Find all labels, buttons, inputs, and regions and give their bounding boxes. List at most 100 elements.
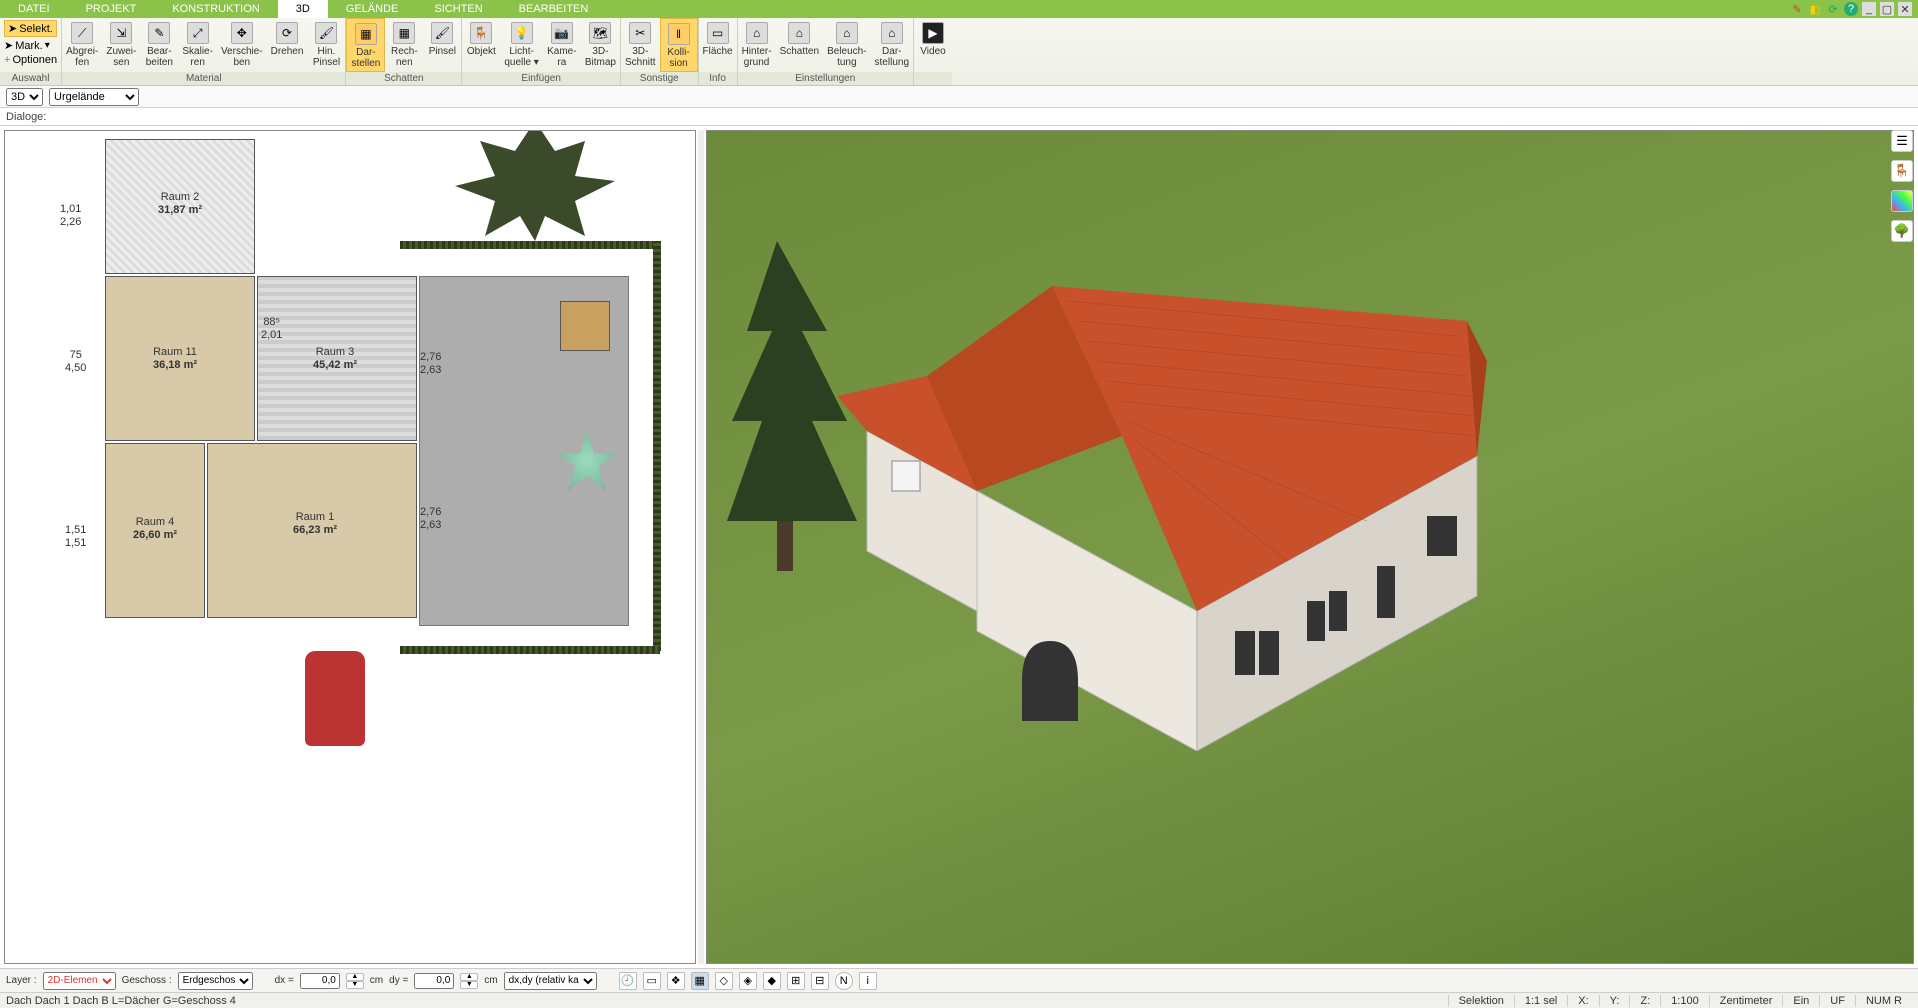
schnitt-button[interactable]: ✂3D- Schnitt <box>621 18 660 72</box>
layer-label: Layer : <box>6 975 37 986</box>
view-3d[interactable] <box>706 130 1914 964</box>
dx-down[interactable]: ▼ <box>346 981 364 989</box>
options-tool[interactable]: +Optionen <box>4 54 57 66</box>
dy-input[interactable] <box>414 973 454 989</box>
move-icon: ✥ <box>231 22 253 44</box>
menu-projekt[interactable]: PROJEKT <box>68 0 155 18</box>
objekt-button[interactable]: 🪑Objekt <box>462 18 500 72</box>
verschieben-button[interactable]: ✥Verschie- ben <box>217 18 267 72</box>
hinpinsel-button[interactable]: 🖌Hin. Pinsel <box>307 18 345 72</box>
menu-sichten[interactable]: SICHTEN <box>416 0 500 18</box>
dx-input[interactable] <box>300 973 340 989</box>
room4-name: Raum 4 <box>136 516 175 528</box>
dx-up[interactable]: ▲ <box>346 973 364 981</box>
select-tool[interactable]: ➤Selekt. <box>4 20 57 37</box>
cursor-icon: ➤ <box>8 22 17 35</box>
menubar: DATEI PROJEKT KONSTRUKTION 3D GELÄNDE SI… <box>0 0 1918 18</box>
mark-tool[interactable]: ➤Mark. ▾ <box>4 39 57 52</box>
drehen-button[interactable]: ⟳Drehen <box>267 18 308 72</box>
system-icons: ✎ ◧ ⟳ ? _ ▢ ✕ <box>1790 0 1918 18</box>
hedge <box>400 646 660 654</box>
snap2-icon[interactable]: ◈ <box>739 972 757 990</box>
schatten2-button[interactable]: ⌂Schatten <box>776 18 823 72</box>
group-schatten: Schatten <box>346 72 461 85</box>
status-scale: 1:100 <box>1660 995 1709 1007</box>
cursor-icon: ➤ <box>4 39 13 52</box>
bitmap-button[interactable]: 🗺3D- Bitmap <box>581 18 620 72</box>
north-icon[interactable]: N <box>835 972 853 990</box>
status-unit: Zentimeter <box>1709 995 1783 1007</box>
bulb-icon: 💡 <box>511 22 533 44</box>
help-icon[interactable]: ? <box>1844 2 1858 16</box>
lichtquelle-button[interactable]: 💡Licht- quelle ▾ <box>500 18 543 72</box>
room11-area: 36,18 m² <box>153 359 197 371</box>
abgreifen-button[interactable]: ⟋Abgrei- fen <box>62 18 102 72</box>
group-info: Info <box>699 72 737 85</box>
status-bar: Dach Dach 1 Dach B L=Dächer G=Geschoss 4… <box>0 992 1918 1008</box>
menu-datei[interactable]: DATEI <box>0 0 68 18</box>
view-mode-select[interactable]: 3D <box>6 88 43 106</box>
flaeche-button[interactable]: ▭Fläche <box>699 18 737 72</box>
menu-gelaende[interactable]: GELÄNDE <box>328 0 417 18</box>
menu-konstruktion[interactable]: KONSTRUKTION <box>154 0 277 18</box>
menu-bearbeiten[interactable]: BEARBEITEN <box>501 0 607 18</box>
assign-icon: ⇲ <box>110 22 132 44</box>
status-num: NUM R <box>1855 995 1912 1007</box>
group-video-spacer <box>914 72 952 85</box>
skalieren-button[interactable]: ⤢Skalie- ren <box>178 18 217 72</box>
beleuchtung-button[interactable]: ⌂Beleuch- tung <box>823 18 870 72</box>
maximize-icon[interactable]: ▢ <box>1880 2 1894 16</box>
area-icon: ▭ <box>707 22 729 44</box>
tree-dock-icon[interactable]: 🌳 <box>1891 220 1913 242</box>
status-left: Dach Dach 1 Dach B L=Dächer G=Geschoss 4 <box>6 995 236 1007</box>
geschoss-select[interactable]: Erdgeschos <box>178 972 253 990</box>
layers-small-icon[interactable]: ❖ <box>667 972 685 990</box>
dx-label: dx = <box>275 975 294 986</box>
snap1-icon[interactable]: ◇ <box>715 972 733 990</box>
play-icon: ▶ <box>922 22 944 44</box>
kamera-button[interactable]: 📷Kame- ra <box>543 18 581 72</box>
darstellung-button[interactable]: ⌂Dar- stellung <box>871 18 913 72</box>
pinsel-button[interactable]: 🖌Pinsel <box>423 18 461 72</box>
status-selcount: 1:1 sel <box>1514 995 1567 1007</box>
view-2d[interactable]: Raum 2 31,87 m² Raum 11 36,18 m² Raum 3 … <box>4 130 696 964</box>
pencil-icon[interactable]: ✎ <box>1790 2 1804 16</box>
chair-dock-icon[interactable]: 🪑 <box>1891 160 1913 182</box>
menu-3d[interactable]: 3D <box>278 0 328 18</box>
clock-icon[interactable]: 🕘 <box>619 972 637 990</box>
snap3-icon[interactable]: ◆ <box>763 972 781 990</box>
refresh-icon[interactable]: ⟳ <box>1826 2 1840 16</box>
layers-icon[interactable]: ☰ <box>1891 130 1913 152</box>
geschoss-label: Geschoss : <box>122 975 172 986</box>
grid2-icon[interactable]: ⊟ <box>811 972 829 990</box>
brush-icon: 🖌 <box>431 22 453 44</box>
info-icon[interactable]: i <box>859 972 877 990</box>
zuweisen-button[interactable]: ⇲Zuwei- sen <box>102 18 140 72</box>
video-button[interactable]: ▶Video <box>914 18 952 72</box>
view-item-select[interactable]: Urgelände <box>49 88 139 106</box>
dy-down[interactable]: ▼ <box>460 981 478 989</box>
hintergrund-button[interactable]: ⌂Hinter- grund <box>738 18 776 72</box>
status-x: X: <box>1567 995 1598 1007</box>
view-splitter[interactable] <box>698 130 704 964</box>
kollision-button[interactable]: ‖Kolli- sion <box>660 18 698 72</box>
room3-area: 45,42 m² <box>313 359 357 371</box>
minimize-icon[interactable]: _ <box>1862 2 1876 16</box>
close-icon[interactable]: ✕ <box>1898 2 1912 16</box>
select-rect-icon[interactable]: ▦ <box>691 972 709 990</box>
square-icon[interactable]: ◧ <box>1808 2 1822 16</box>
bearbeiten-button[interactable]: ✎Bear- beiten <box>140 18 178 72</box>
render-icon: ⌂ <box>881 22 903 44</box>
grid1-icon[interactable]: ⊞ <box>787 972 805 990</box>
view-selector-bar: 3D Urgelände <box>0 86 1918 108</box>
dy-up[interactable]: ▲ <box>460 973 478 981</box>
group-material: Material <box>62 72 345 85</box>
coord-mode-select[interactable]: dx,dy (relativ ka <box>504 972 597 990</box>
palette-icon[interactable] <box>1891 190 1913 212</box>
hedge <box>653 241 661 651</box>
rechnen-button[interactable]: ▦Rech- nen <box>385 18 423 72</box>
screen-icon[interactable]: ▭ <box>643 972 661 990</box>
layer-select[interactable]: 2D-Elemen <box>43 972 116 990</box>
darstellen-button[interactable]: ▦Dar- stellen <box>346 18 385 72</box>
light-icon: ⌂ <box>836 22 858 44</box>
